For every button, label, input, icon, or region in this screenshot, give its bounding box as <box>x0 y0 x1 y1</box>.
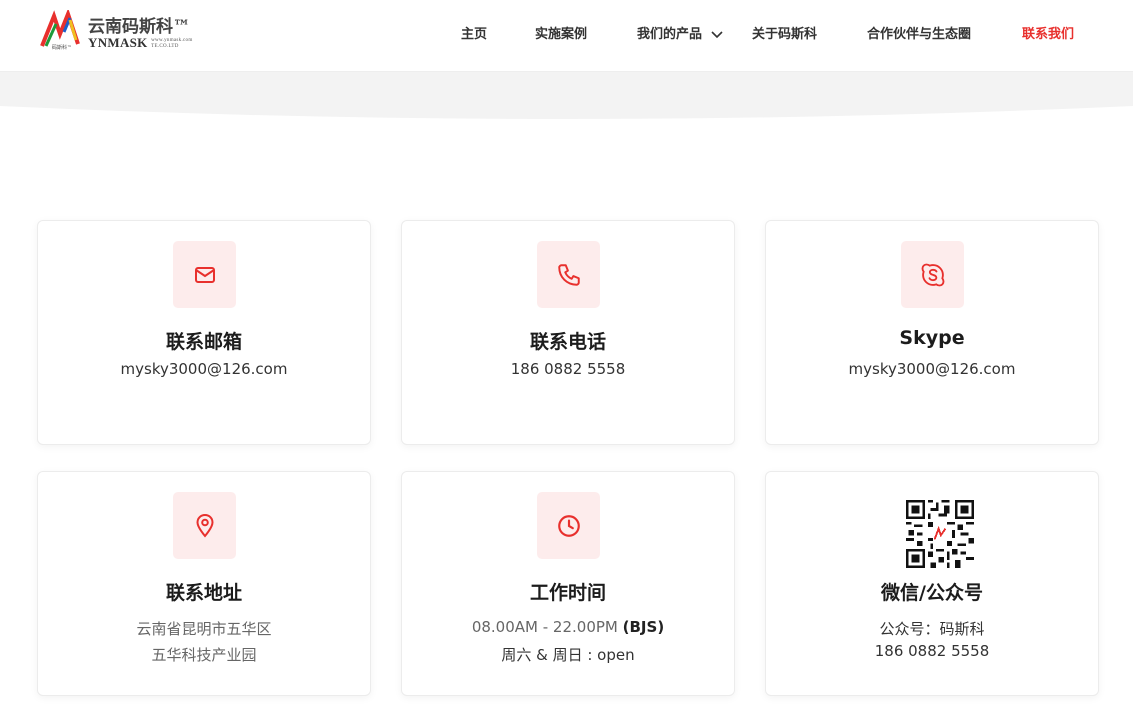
nav-contact[interactable]: 联系我们 <box>1022 23 1074 42</box>
address-icon-box <box>173 492 236 559</box>
wechat-title: 微信/公众号 <box>881 582 983 604</box>
hours-timezone: (BJS) <box>622 618 665 636</box>
phone-value[interactable]: 186 0882 5558 <box>402 360 734 378</box>
nav-partners[interactable]: 合作伙伴与生态圈 <box>867 23 971 42</box>
contact-card-wechat: 微信/公众号 公众号：码斯科 186 0882 5558 <box>765 471 1099 696</box>
hours-line-1: 08.00AM - 22.00PM (BJS) <box>471 618 665 636</box>
phone-icon <box>557 263 580 286</box>
nav-cases[interactable]: 实施案例 <box>535 23 587 42</box>
email-value[interactable]: mysky3000@126.com <box>38 360 370 378</box>
map-pin-icon <box>195 513 214 538</box>
hours-icon-box <box>537 492 600 559</box>
hours-line-2: 周六 & 周日 : open <box>501 646 635 664</box>
logo-en-small: www.ynmask.com TE.CO.LTD <box>151 38 193 50</box>
clock-icon <box>557 514 580 537</box>
address-line-2: 五华科技产业园 <box>151 646 257 664</box>
contact-card-hours: 工作时间 08.00AM - 22.00PM (BJS) 周六 & 周日 : o… <box>401 471 735 696</box>
wechat-line-1: 公众号：码斯科 <box>879 620 985 638</box>
address-title: 联系地址 <box>165 582 242 604</box>
contact-card-phone: 联系电话 186 0882 5558 <box>401 220 735 445</box>
logo-cn-name: 云南码斯科™ <box>88 17 190 37</box>
nav-about[interactable]: 关于码斯科 <box>752 23 817 42</box>
logo-en-name: YNMASK www.ynmask.com TE.CO.LTD <box>88 35 193 50</box>
contact-card-address: 联系地址 云南省昆明市五华区 五华科技产业园 <box>37 471 371 696</box>
skype-icon-box <box>901 241 964 308</box>
skype-value[interactable]: mysky3000@126.com <box>766 360 1098 378</box>
mail-icon <box>194 266 215 283</box>
hours-title: 工作时间 <box>529 582 606 604</box>
address-line-1: 云南省昆明市五华区 <box>136 620 272 638</box>
logo-subtext: 码斯科™ <box>52 45 73 51</box>
site-logo[interactable]: 码斯科™ 云南码斯科™ YNMASK www.ynmask.com TE.CO.… <box>40 10 200 54</box>
chevron-down-icon <box>710 30 723 38</box>
header-wave-decoration <box>0 72 1133 119</box>
skype-icon <box>921 263 944 286</box>
qr-code-icon <box>906 500 974 568</box>
phone-icon-box <box>537 241 600 308</box>
email-icon-box <box>173 241 236 308</box>
email-title: 联系邮箱 <box>165 331 242 353</box>
contact-card-email: 联系邮箱 mysky3000@126.com <box>37 220 371 445</box>
site-header: 码斯科™ 云南码斯科™ YNMASK www.ynmask.com TE.CO.… <box>0 0 1133 72</box>
nav-products[interactable]: 我们的产品 <box>637 23 723 42</box>
phone-title: 联系电话 <box>529 331 606 353</box>
skype-title: Skype <box>899 327 965 349</box>
nav-home[interactable]: 主页 <box>461 23 487 42</box>
contact-card-skype: Skype mysky3000@126.com <box>765 220 1099 445</box>
wechat-line-2[interactable]: 186 0882 5558 <box>766 642 1098 660</box>
